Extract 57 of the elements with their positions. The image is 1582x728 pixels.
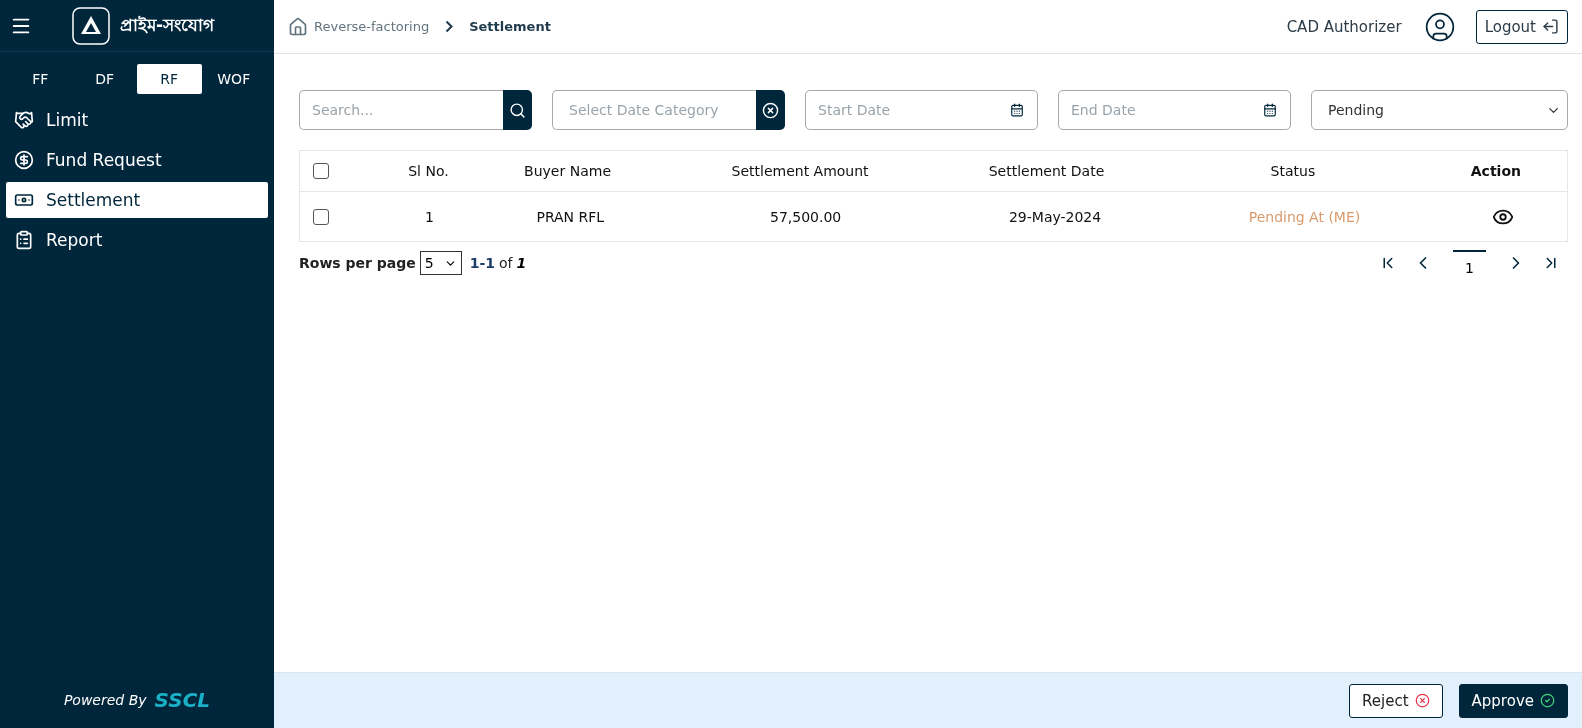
column-header: Buyer Name [523,163,612,179]
clear-button[interactable] [756,90,785,130]
chevron-icon [445,20,454,33]
rows-per-page-select[interactable]: 5 [419,251,462,275]
search-button[interactable] [503,90,532,130]
calendar-icon [1263,103,1277,117]
approve-button[interactable]: Approve [1458,683,1568,718]
user-role: CAD Authorizer [1286,17,1402,36]
nav-item[interactable]: Fund Request [6,142,268,178]
search-icon [509,101,526,119]
powered-by-label: Powered By [63,692,147,708]
user-avatar-icon[interactable] [1423,10,1456,43]
status-dropdown[interactable]: Pending [1311,90,1568,130]
breadcrumb-link[interactable]: Settlement [469,19,551,34]
home-icon[interactable] [288,16,308,37]
status-text: Pending At (ME) [1247,208,1362,225]
table-cell-text: 57,500.00 [769,208,843,225]
rows-per-page-label: Rows per page [299,255,416,271]
product-tab[interactable]: FF [8,64,73,94]
page-range: 1-1 [469,255,496,271]
nav-icon [14,150,34,170]
nav-item[interactable]: Report [6,222,268,258]
clear-icon [762,101,779,119]
product-tab[interactable]: WOF [201,64,266,94]
logout-button[interactable]: Logout [1475,9,1568,44]
column-header: Settlement Amount [730,163,870,179]
table-cell-text: PRAN RFL [535,208,606,225]
table-cell-text: 1 [424,208,435,225]
logo-icon [72,6,110,45]
column-header: Status [1269,163,1317,179]
column-header: Action [1470,163,1522,179]
reject-button[interactable]: Reject [1349,683,1443,718]
check-icon [1540,693,1555,708]
start-date-field[interactable]: Start Date [805,90,1038,130]
nav-icon [14,230,34,250]
calendar-icon [1010,103,1024,117]
of-label: of [499,255,513,271]
page-number[interactable]: 1 [1453,250,1486,276]
nav-item[interactable]: Limit [6,102,268,138]
search-field[interactable]: Search... [299,90,503,130]
company-logo-text: SSCL [154,688,211,712]
brand-name: প্রাইম-সংযোগ [120,13,215,37]
end-date-field[interactable]: End Date [1058,90,1291,130]
close-icon [1414,693,1430,708]
date-category-field[interactable]: Select Date Category [552,90,756,130]
select-all-checkbox[interactable] [313,163,329,179]
product-tab[interactable]: RF [137,64,202,94]
row-checkbox[interactable] [313,208,329,225]
nav-icon [14,110,34,130]
nav-item[interactable]: Settlement [6,182,268,218]
column-header: Sl No. [407,163,450,179]
breadcrumb-link[interactable]: Reverse-factoring [314,19,430,34]
column-header: Settlement Date [987,163,1106,179]
total-count: 1 [516,255,527,271]
table-cell-text: 29-May-2024 [1007,208,1103,225]
logout-icon [1542,18,1559,35]
product-tab[interactable]: DF [72,64,137,94]
